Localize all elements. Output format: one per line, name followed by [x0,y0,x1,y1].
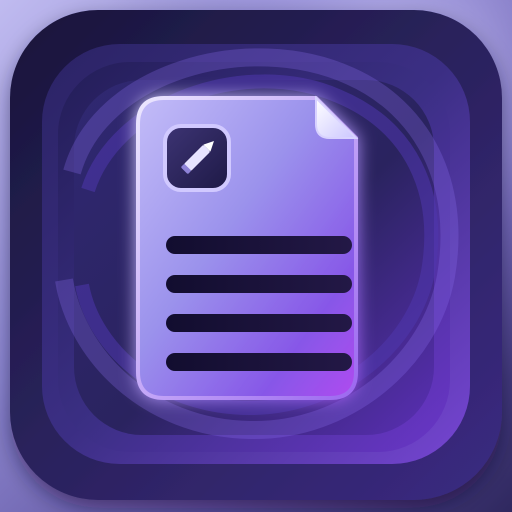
document-line-4 [166,353,352,371]
document-line-3 [166,314,352,332]
document-line-1 [166,236,352,254]
app-icon-canvas [0,0,512,512]
document-edit-icon [0,0,512,512]
document-line-2 [166,275,352,293]
